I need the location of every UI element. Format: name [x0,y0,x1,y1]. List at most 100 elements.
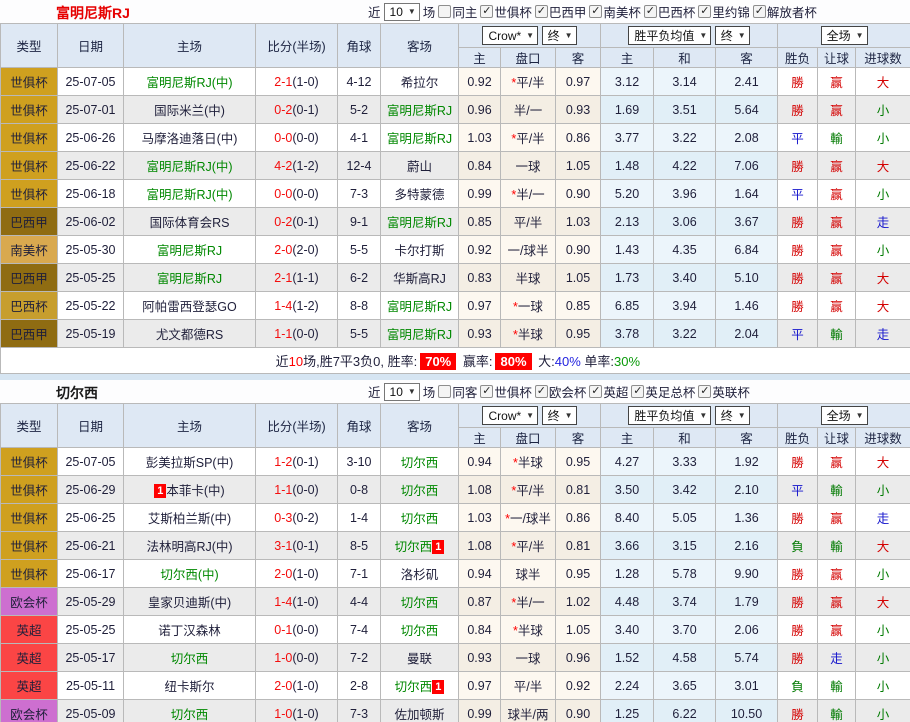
asia-away-odds: 1.02 [556,588,601,616]
league-checkbox[interactable]: ✓世俱杯 [480,382,532,401]
euro-final-select[interactable]: 终▼ [715,26,750,45]
wdl-average-select[interactable]: 胜平负均值▼ [628,26,711,45]
handicap-line-text: 半/一 [516,596,544,610]
goals-result-glyph: 大 [877,456,890,470]
handicap-line: *一/球半 [501,504,556,532]
match-row: 英超25-05-17切尔西1-0(0-0)7-2曼联0.93一球0.961.52… [1,644,910,672]
checkbox-checked-icon[interactable]: ✓ [589,385,602,398]
match-row: 欧会杯25-05-29皇家贝迪斯(中)1-4(1-0)4-4切尔西0.87*半/… [1,588,910,616]
league-checkbox[interactable]: ✓巴西甲 [535,2,587,21]
checkbox-checked-icon[interactable]: ✓ [698,5,711,18]
checkbox-checked-icon[interactable]: ✓ [589,5,602,18]
odds-company-select-value: Crow* [488,29,521,43]
euro-final-select-value: 终 [721,407,733,424]
league-checkbox[interactable]: ✓解放者杯 [753,2,817,21]
home-team-name: 富明尼斯RJ(中) [146,76,232,90]
home-team-name: 富明尼斯RJ [157,272,222,286]
odds-company-select[interactable]: Crow*▼ [482,26,538,45]
away-team: 佐加顿斯 [381,700,459,722]
wdl-result: 勝 [778,264,818,292]
handicap-result: 赢 [818,152,856,180]
euro-odds-group: 胜平负均值▼ 终▼ [601,404,778,428]
league-checkbox[interactable]: ✓世俱杯 [480,2,532,21]
checkbox-checked-icon[interactable]: ✓ [535,385,548,398]
scope-select[interactable]: 全场▼ [821,406,868,425]
wdl-average-select[interactable]: 胜平负均值▼ [628,406,711,425]
score-cell: 2-1(1-0) [256,68,338,96]
asia-final-select-value: 终 [548,27,560,44]
handicap-result-glyph: 赢 [830,76,843,90]
recent-count-select[interactable]: 10▼ [384,383,420,401]
checkbox-checked-icon[interactable]: ✓ [535,5,548,18]
euro-final-select[interactable]: 终▼ [715,406,750,425]
league-checkbox[interactable]: ✓英联杯 [698,382,750,401]
col-header: 类型 [1,404,58,448]
euro-away-odds: 5.10 [716,264,778,292]
goals-result-glyph: 走 [877,328,890,342]
league-checkbox[interactable]: ✓巴西杯 [644,2,696,21]
goals-result-glyph: 小 [877,188,890,202]
league-checkbox[interactable]: ✓里约锦 [698,2,750,21]
handicap-result-glyph: 輸 [830,708,843,722]
asia-final-select[interactable]: 终▼ [542,406,577,425]
result-group: 全场▼ [778,24,910,48]
match-row: 世俱杯25-06-22富明尼斯RJ(中)4-2(1-2)12-4蔚山0.84一球… [1,152,910,180]
home-team-name: 富明尼斯RJ(中) [146,160,232,174]
halftime-score: (0-2) [292,511,318,525]
wdl-result: 勝 [778,208,818,236]
euro-final-select-value: 终 [721,27,733,44]
asia-away-odds: 0.95 [556,448,601,476]
wdl-result-glyph: 平 [791,132,804,146]
handicap-result: 赢 [818,292,856,320]
checkbox-unchecked-icon[interactable] [438,5,451,18]
league-checkbox-label: 解放者杯 [767,2,817,21]
asia-final-select[interactable]: 终▼ [542,26,577,45]
recent-count-select[interactable]: 10▼ [384,3,420,21]
handicap-result: 赢 [818,96,856,124]
corner-count: 9-1 [338,208,381,236]
same-venue-checkbox[interactable]: 同客 [438,382,477,401]
chevron-down-icon: ▼ [526,411,534,420]
league-badge: 世俱杯 [1,476,58,504]
league-checkbox[interactable]: ✓英足总杯 [631,382,695,401]
league-checkbox[interactable]: ✓欧会杯 [535,382,587,401]
col-header: 角球 [338,404,381,448]
fulltime-score: 2-1 [274,75,292,89]
match-date: 25-05-19 [58,320,124,348]
checkbox-checked-icon[interactable]: ✓ [698,385,711,398]
same-venue-checkbox[interactable]: 同主 [438,2,477,21]
goals-result-glyph: 大 [877,596,890,610]
away-team: 富明尼斯RJ [381,320,459,348]
euro-home-odds: 3.77 [601,124,654,152]
col-subheader: 胜负 [778,428,818,448]
away-team: 曼联 [381,644,459,672]
fulltime-score: 1-0 [274,707,292,721]
checkbox-checked-icon[interactable]: ✓ [480,5,493,18]
euro-away-odds: 2.16 [716,532,778,560]
checkbox-checked-icon[interactable]: ✓ [644,5,657,18]
summary-segment: 大: [535,354,555,369]
match-date: 25-06-29 [58,476,124,504]
league-checkbox[interactable]: ✓南美杯 [589,2,641,21]
checkbox-checked-icon[interactable]: ✓ [753,5,766,18]
corner-count: 4-12 [338,68,381,96]
col-header: 角球 [338,24,381,68]
home-team: 尤文都德RS [124,320,256,348]
wdl-result-glyph: 勝 [791,708,804,722]
asia-away-odds: 0.92 [556,672,601,700]
goals-result: 小 [856,616,910,644]
corner-count: 5-5 [338,236,381,264]
wdl-result-glyph: 勝 [791,244,804,258]
match-row: 英超25-05-25诺丁汉森林0-1(0-0)7-4切尔西0.84*半球1.05… [1,616,910,644]
euro-odds-group: 胜平负均值▼ 终▼ [601,24,778,48]
scope-select[interactable]: 全场▼ [821,26,868,45]
score-cell: 3-1(0-1) [256,532,338,560]
league-checkbox[interactable]: ✓英超 [589,382,628,401]
score-cell: 4-2(1-2) [256,152,338,180]
checkbox-unchecked-icon[interactable] [438,385,451,398]
checkbox-checked-icon[interactable]: ✓ [480,385,493,398]
checkbox-checked-icon[interactable]: ✓ [631,385,644,398]
col-subheader: 进球数 [856,428,910,448]
odds-company-select[interactable]: Crow*▼ [482,406,538,425]
col-subheader: 和 [654,428,716,448]
